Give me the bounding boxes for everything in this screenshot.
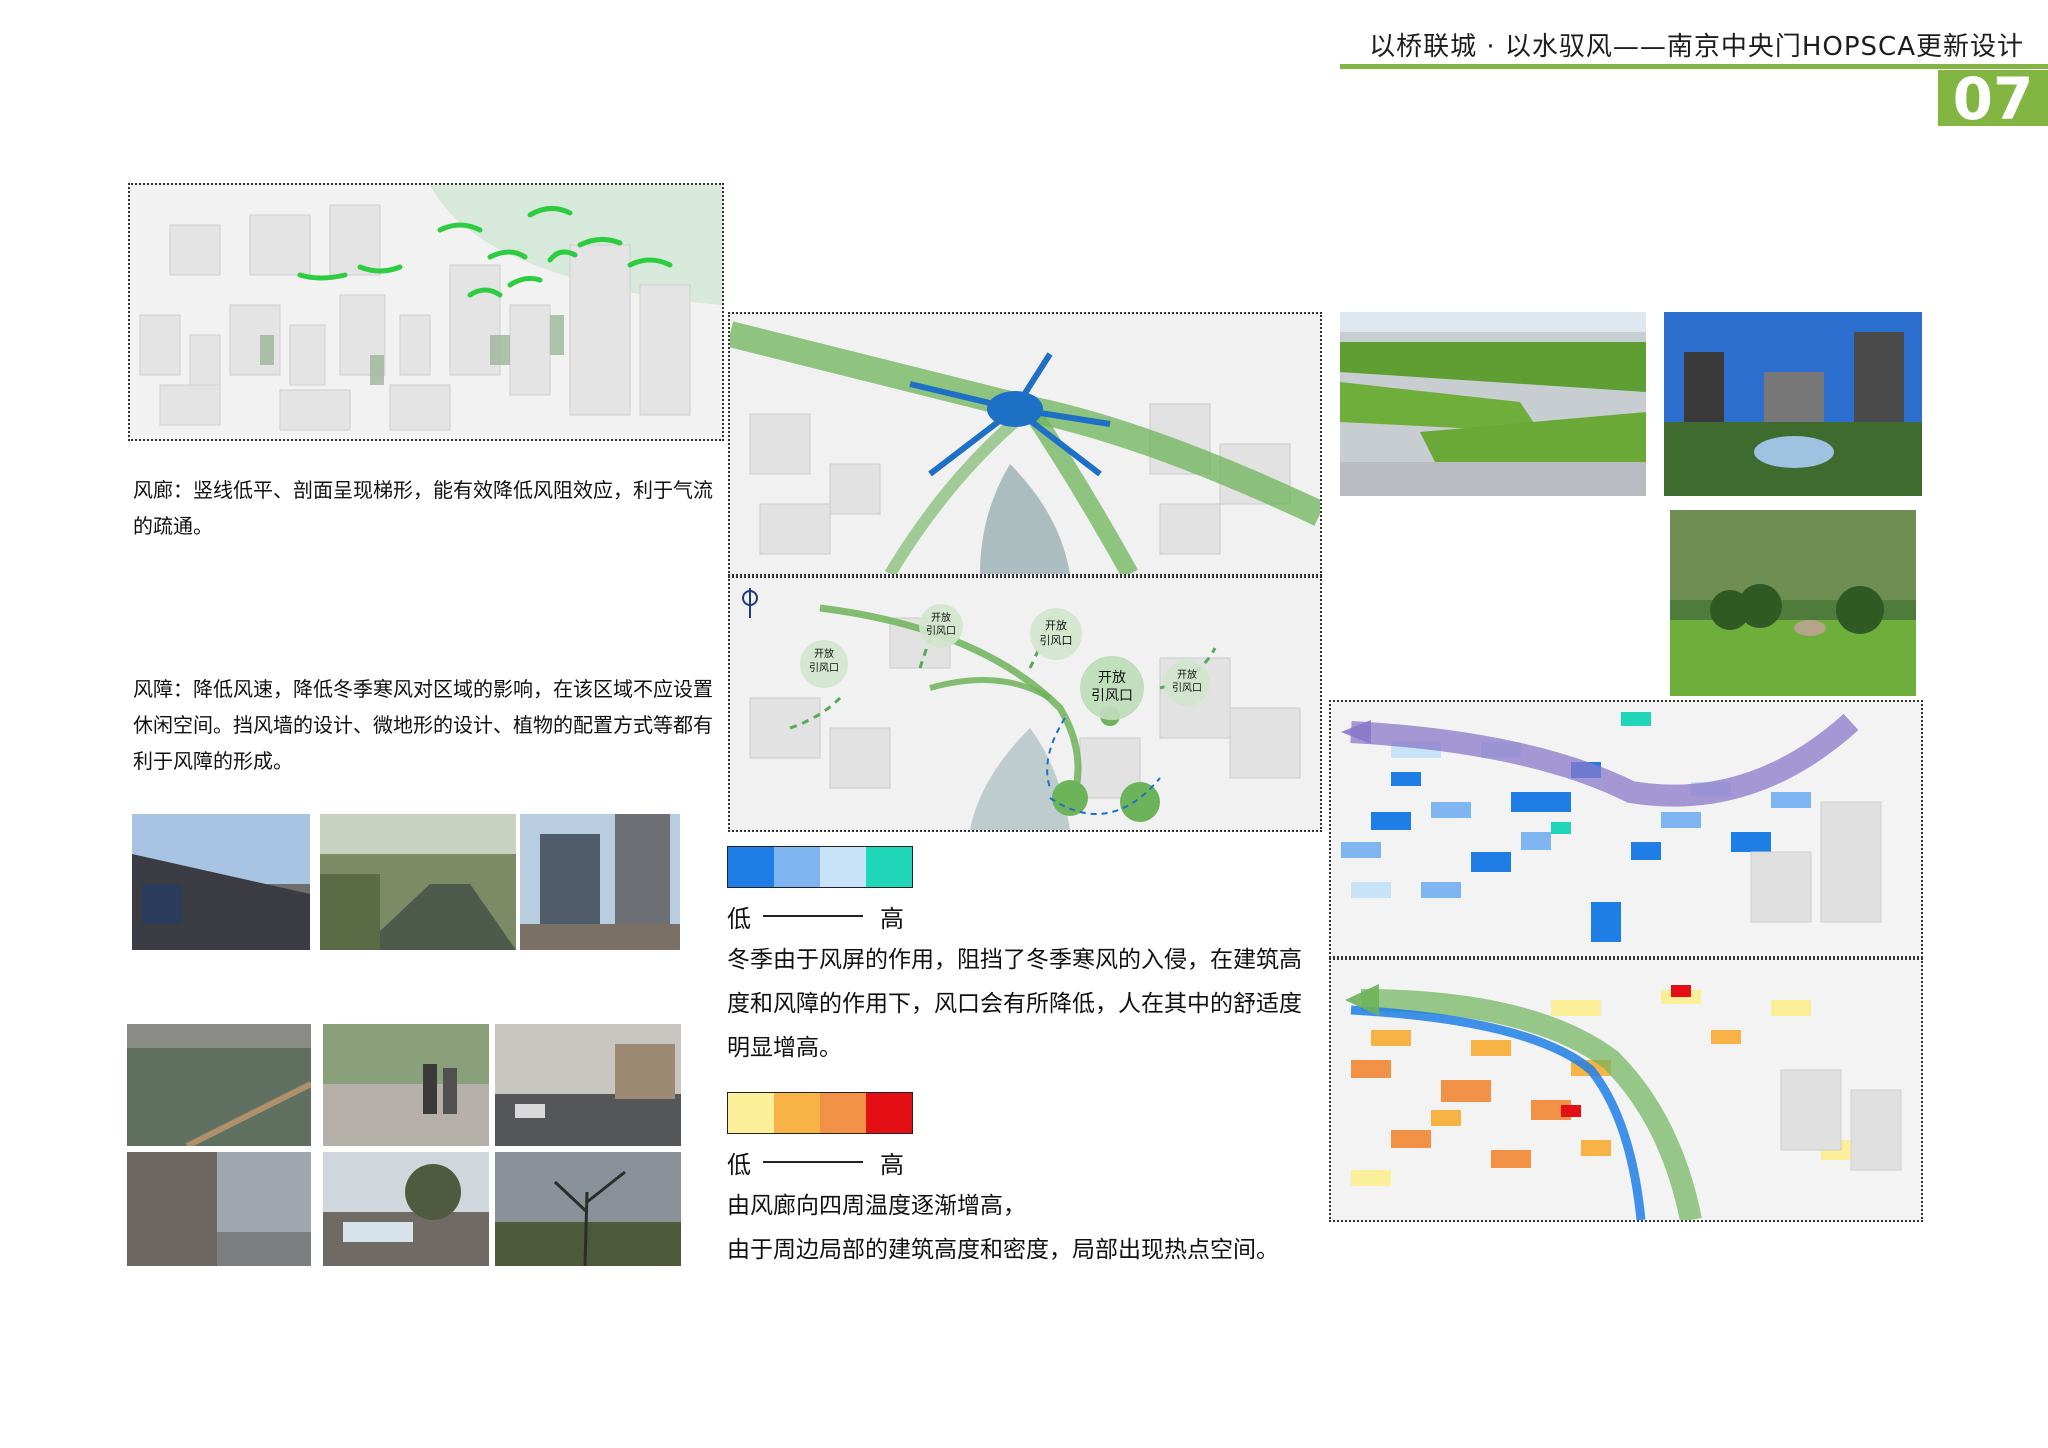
- wind-corridor-text: 风廊：竖线低平、剖面呈现梯形，能有效降低风阻效应，利于气流的疏通。: [133, 478, 713, 538]
- wind-legend-swatch: [820, 847, 866, 887]
- temp-text-2: 由于周边局部的建筑高度和密度，局部出现热点空间。: [727, 1237, 1279, 1263]
- temperature-map: [1329, 958, 1923, 1222]
- page-title: 以桥联城 · 以水驭风——南京中央门HOPSCA更新设计: [1369, 32, 2024, 62]
- photo-canal-trees: [320, 814, 516, 950]
- wind-barrier-text: 风障：降低风速，降低冬季寒风对区域的影响，在该区域不应设置休闲空间。挡风墙的设计…: [133, 677, 713, 773]
- wind-legend-bar: [727, 846, 913, 888]
- photo-underpass-railing: [127, 1024, 311, 1146]
- photo-bare-tree: [495, 1152, 681, 1266]
- wind-corridor-map: [128, 183, 724, 441]
- wind-legend-swatch: [728, 847, 774, 887]
- temp-legend-swatch: [866, 1093, 912, 1133]
- wind-legend-swatch: [774, 847, 820, 887]
- header-rule: [1340, 64, 2048, 69]
- open-inlet-label: 开放 引风口: [1030, 608, 1082, 660]
- photo-street-traffic: [495, 1024, 681, 1146]
- temp-legend-swatch: [728, 1093, 774, 1133]
- photo-building-sidewalk: [127, 1152, 311, 1266]
- photo-office-towers: [520, 814, 680, 950]
- wind-node-map: [728, 312, 1322, 576]
- winter-text: 冬季由于风屏的作用，阻挡了冬季寒风的入侵，在建筑高度和风障的作用下，风口会有所降…: [727, 947, 1302, 1061]
- wind-legend-line: [763, 915, 863, 917]
- open-inlet-label: 开放 引风口: [1164, 660, 1210, 706]
- photo-topiary-garden: [1670, 510, 1916, 696]
- page-number: 07: [1938, 70, 2048, 128]
- open-inlet-label: 开放 引风口: [800, 640, 848, 688]
- wind-speed-map: [1329, 700, 1923, 958]
- temp-legend-swatch: [820, 1093, 866, 1133]
- wind-legend-low: 低: [727, 905, 751, 933]
- temp-legend-high: 高: [880, 1151, 904, 1179]
- temp-legend-line: [763, 1161, 863, 1163]
- wind-legend-swatch: [866, 847, 912, 887]
- photo-fountain-plaza: [1664, 312, 1922, 496]
- temp-text-1: 由风廊向四周温度逐渐增高，: [727, 1193, 1026, 1219]
- open-inlet-label: 开放 引风口: [919, 604, 963, 648]
- photo-sidewalk-people: [323, 1024, 489, 1146]
- temp-legend-low: 低: [727, 1151, 751, 1179]
- open-inlet-label-main: 开放 引风口: [1080, 656, 1144, 720]
- wind-inlet-map: [728, 576, 1322, 832]
- photo-station-plaza: [132, 814, 310, 950]
- temp-legend-bar: [727, 1092, 913, 1134]
- photo-bus-stop: [323, 1152, 489, 1266]
- photo-green-terraces: [1340, 312, 1646, 496]
- wind-legend-high: 高: [880, 905, 904, 933]
- temp-legend-swatch: [774, 1093, 820, 1133]
